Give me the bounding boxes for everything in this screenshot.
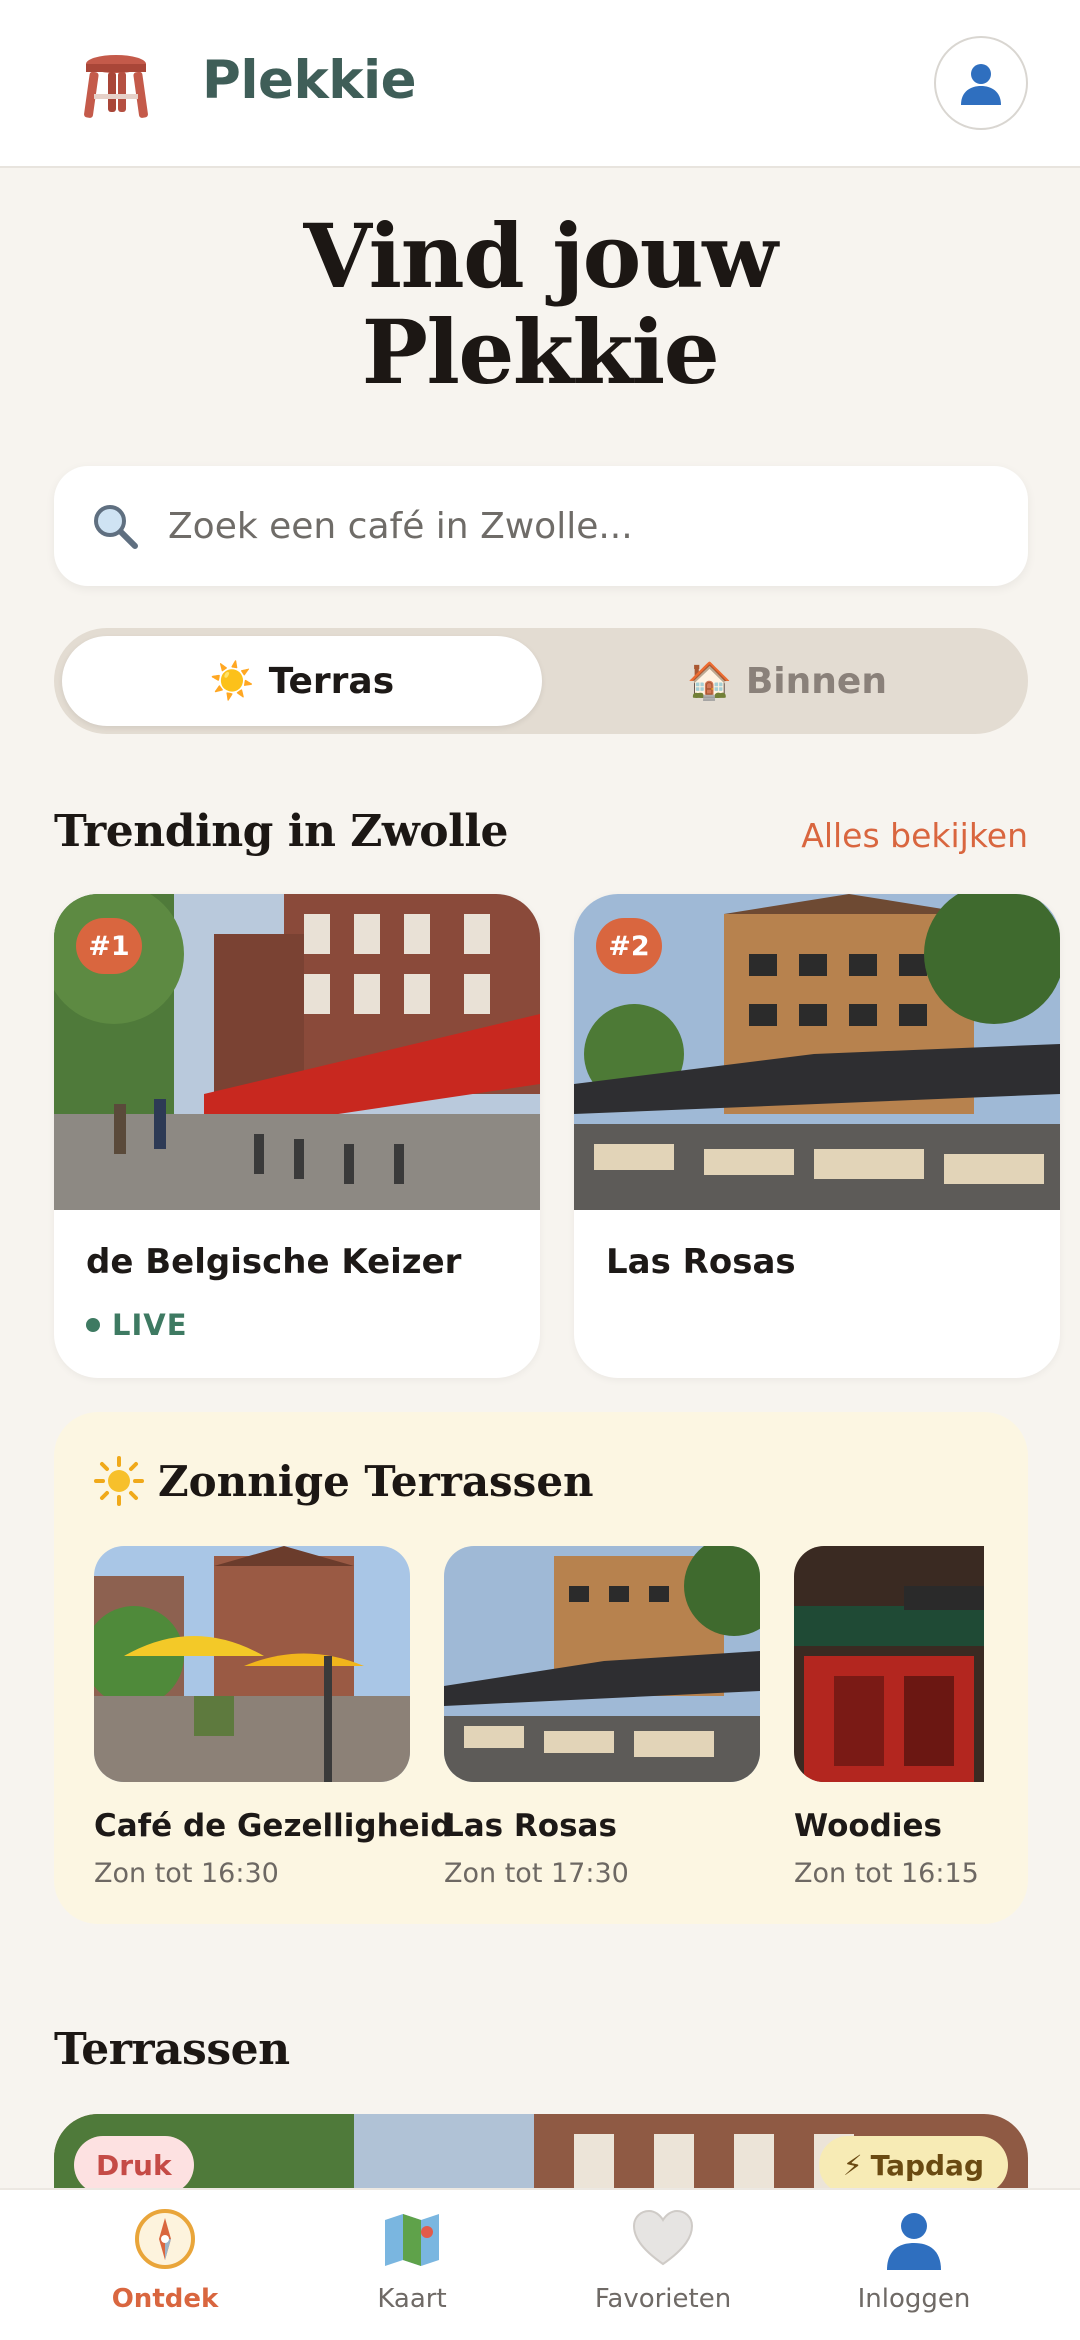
user-icon <box>887 2213 941 2270</box>
live-dot <box>86 1318 100 1332</box>
toggle-terras[interactable]: ☀️ Terras <box>62 636 542 726</box>
account-button[interactable] <box>934 36 1028 130</box>
app-header: Plekkie <box>0 0 1080 168</box>
busy-badge: Druk <box>74 2136 194 2194</box>
rank-badge: #1 <box>76 918 142 974</box>
stool-icon <box>84 55 148 118</box>
sunny-name: Woodies <box>794 1808 942 1844</box>
sun-icon <box>94 1456 144 1506</box>
terras-binnen-toggle: ☀️ Terras 🏠 Binnen <box>54 628 1028 734</box>
trending-card-2[interactable]: #2 Las Rosas <box>574 894 1060 1378</box>
sunny-name: Café de Gezelligheid <box>94 1808 453 1844</box>
rank-badge: #2 <box>596 918 662 974</box>
compass-icon <box>135 2209 195 2269</box>
cafe-photo <box>444 1546 760 1782</box>
terrassen-title: Terrassen <box>54 2024 290 2075</box>
sunny-name: Las Rosas <box>444 1808 617 1844</box>
sunny-photo-3 <box>794 1546 984 1782</box>
toggle-binnen-label: Binnen <box>745 660 887 702</box>
tapdag-label: Tapdag <box>870 2148 984 2182</box>
search-icon <box>94 505 138 549</box>
user-icon <box>961 64 1001 105</box>
sunny-until: Zon tot 16:30 <box>94 1858 279 1889</box>
brand-name: Plekkie <box>202 50 417 111</box>
sunny-title: Zonnige Terrassen <box>94 1456 594 1506</box>
nav-label: Kaart <box>377 2284 447 2314</box>
sunny-until: Zon tot 17:30 <box>444 1858 629 1889</box>
trending-card-1[interactable]: #1 de Belgische Keizer LIVE <box>54 894 540 1378</box>
cafe-photo <box>94 1546 410 1782</box>
bottom-navigation: Ontdek Kaart Favorieten Inloggen <box>0 2188 1080 2340</box>
sunny-card-2[interactable]: Las Rosas Zon tot 17:30 <box>444 1546 760 1889</box>
nav-kaart[interactable]: Kaart <box>312 2206 512 2314</box>
hero-line-2: Plekkie <box>361 300 720 404</box>
toggle-terras-label: Terras <box>268 660 395 702</box>
house-icon: 🏠 <box>687 661 732 702</box>
search-bar[interactable] <box>54 466 1028 586</box>
trending-photo-2: #2 <box>574 894 1060 1210</box>
sunny-card-3[interactable]: Woodies Zon tot 16:15 <box>794 1546 984 1889</box>
nav-label: Inloggen <box>857 2284 971 2314</box>
nav-inloggen[interactable]: Inloggen <box>814 2206 1014 2314</box>
hero-title: Vind jouw Plekkie <box>0 208 1080 400</box>
trending-title: Trending in Zwolle <box>54 806 509 857</box>
toggle-binnen[interactable]: 🏠 Binnen <box>554 636 1020 726</box>
sunny-until: Zon tot 16:15 <box>794 1858 979 1889</box>
nav-label: Favorieten <box>594 2284 732 2314</box>
live-indicator: LIVE <box>86 1308 188 1342</box>
nav-label: Ontdek <box>111 2284 219 2314</box>
sunny-title-text: Zonnige Terrassen <box>158 1456 594 1506</box>
map-icon <box>385 2214 439 2266</box>
sunny-terraces-panel: Zonnige Terrassen Café de Gezelligheid Z… <box>54 1412 1028 1924</box>
cafe-photo <box>794 1546 984 1782</box>
nav-favorieten[interactable]: Favorieten <box>563 2206 763 2314</box>
trending-name: de Belgische Keizer <box>86 1242 462 1282</box>
lightning-icon: ⚡ <box>842 2148 863 2182</box>
sunny-card-1[interactable]: Café de Gezelligheid Zon tot 16:30 <box>94 1546 453 1889</box>
sunny-photo-1 <box>94 1546 410 1782</box>
nav-ontdek[interactable]: Ontdek <box>65 2206 265 2314</box>
heart-icon <box>632 2209 694 2266</box>
search-input[interactable] <box>168 505 948 547</box>
hero-line-1: Vind jouw <box>303 204 778 308</box>
sunny-photo-2 <box>444 1546 760 1782</box>
sun-icon: ☀️ <box>209 661 255 702</box>
see-all-link[interactable]: Alles bekijken <box>801 816 1028 855</box>
live-label: LIVE <box>112 1308 188 1342</box>
tapdag-badge: ⚡ Tapdag <box>818 2136 1008 2194</box>
trending-photo-1: #1 <box>54 894 540 1210</box>
trending-name: Las Rosas <box>606 1242 796 1282</box>
